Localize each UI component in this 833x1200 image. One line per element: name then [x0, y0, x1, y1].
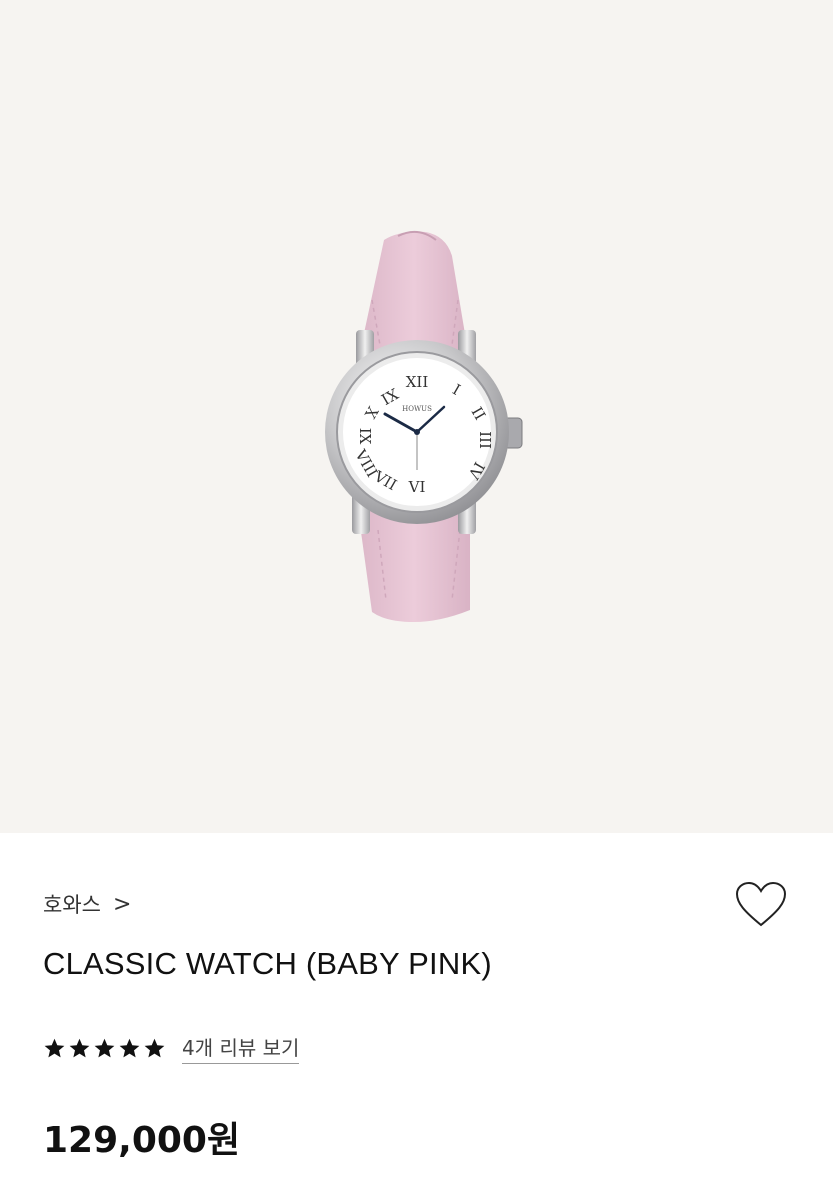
- rating-stars: [43, 1037, 166, 1060]
- chevron-right-icon: >: [112, 891, 132, 917]
- star-filled-icon: [69, 1038, 90, 1057]
- product-title: CLASSIC WATCH (BABY PINK): [43, 946, 492, 981]
- watch-image: XII I II III IV VI VII VIII IX X XI HOWU…: [325, 230, 523, 622]
- brand-link[interactable]: 호와스 >: [43, 889, 131, 919]
- star-filled-icon: [144, 1038, 165, 1057]
- svg-text:XII: XII: [406, 373, 429, 391]
- star-filled-icon: [44, 1038, 65, 1057]
- product-price: 129,000원: [43, 1120, 241, 1161]
- dial-brand: HOWUS: [402, 405, 432, 413]
- rating-row: 4개 리뷰 보기: [43, 1032, 300, 1064]
- product-image: XII I II III IV VI VII VIII IX X XI HOWU…: [0, 0, 833, 833]
- product-info: 호와스 > CLASSIC WATCH (BABY PINK) 4개 리뷰 보기…: [0, 833, 833, 1200]
- review-link[interactable]: 4개 리뷰 보기: [182, 1032, 300, 1064]
- star-filled-icon: [119, 1038, 140, 1057]
- svg-text:IX: IX: [356, 428, 374, 445]
- like-button[interactable]: [734, 881, 788, 929]
- brand-name: 호와스: [43, 893, 101, 917]
- svg-text:III: III: [476, 431, 494, 449]
- star-filled-icon: [94, 1038, 115, 1057]
- heart-outline-icon: [735, 881, 787, 927]
- svg-text:VI: VI: [408, 478, 426, 496]
